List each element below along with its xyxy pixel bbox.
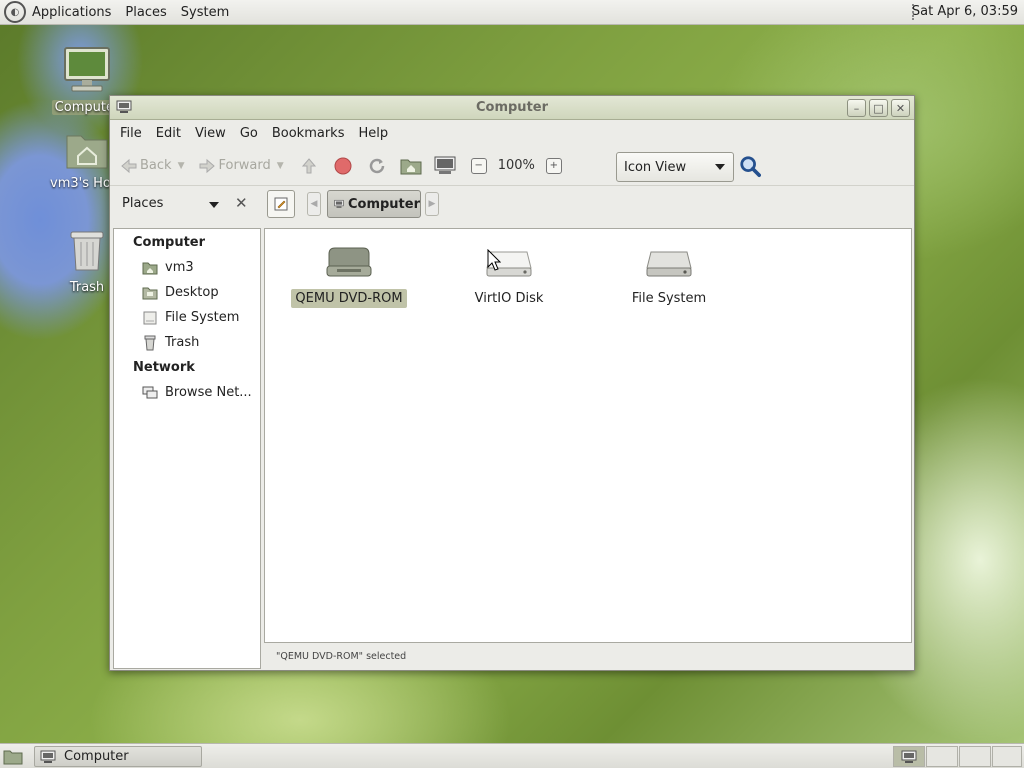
file-item-qemu-dvd-rom[interactable]: QEMU DVD-ROM [284, 243, 414, 308]
home-folder-icon [66, 135, 108, 169]
back-button[interactable]: Back [118, 155, 172, 177]
show-desktop-icon[interactable] [3, 748, 23, 765]
distro-logo-icon[interactable]: ◐ [4, 1, 26, 23]
menu-file[interactable]: File [120, 126, 142, 141]
zoom-out-icon[interactable]: − [470, 157, 487, 174]
clock[interactable]: Sat Apr 6, 03:59 [912, 4, 1018, 19]
mouse-cursor-icon [487, 249, 501, 271]
zoom-in-icon[interactable]: + [545, 157, 562, 174]
workspace-1[interactable] [893, 746, 925, 767]
computer-icon[interactable] [434, 155, 456, 177]
up-arrow-icon[interactable] [298, 155, 320, 177]
taskbar-item-label: Computer [64, 749, 129, 764]
workspace-4[interactable] [992, 746, 1022, 767]
desktop-icon-label: Trash [69, 280, 105, 295]
system-menu[interactable]: System [181, 5, 229, 20]
forward-arrow-icon [196, 155, 218, 177]
menubar: File Edit View Go Bookmarks Help [110, 120, 914, 146]
crumb-right-arrow-icon[interactable]: ▶ [425, 192, 439, 216]
forward-button[interactable]: Forward [196, 155, 271, 177]
menu-go[interactable]: Go [240, 126, 258, 141]
workspace-3[interactable] [959, 746, 991, 767]
icon-view-pane[interactable]: QEMU DVD-ROM VirtIO Disk File System [264, 228, 912, 643]
taskbar-item-computer[interactable]: Computer [34, 746, 202, 767]
window-titlebar[interactable]: Computer – □ ✕ [110, 96, 914, 120]
menu-help[interactable]: Help [358, 126, 388, 141]
desktop-folder-icon [142, 285, 158, 301]
sidebar-item-browse-network[interactable]: Browse Net... [114, 380, 260, 405]
file-item-file-system[interactable]: File System [604, 243, 734, 308]
applications-menu[interactable]: Applications [32, 5, 111, 20]
home-folder-icon [142, 260, 158, 276]
sidebar-item-trash[interactable]: Trash [114, 330, 260, 355]
places-menu[interactable]: Places [125, 5, 166, 20]
crumb-left-arrow-icon[interactable]: ◀ [307, 192, 321, 216]
forward-history-dropdown[interactable]: ▼ [277, 161, 284, 171]
workspace-2[interactable] [926, 746, 958, 767]
chevron-down-icon[interactable] [209, 202, 219, 208]
back-arrow-icon [118, 155, 140, 177]
view-mode-select[interactable]: Icon View [616, 152, 734, 182]
zoom-level: 100% [497, 158, 535, 173]
optical-drive-icon [326, 247, 372, 277]
menu-view[interactable]: View [195, 126, 226, 141]
home-folder-icon[interactable] [400, 155, 422, 177]
window-title: Computer [475, 100, 549, 115]
toggle-location-entry-button[interactable] [267, 190, 295, 218]
file-item-label: VirtIO Disk [474, 291, 544, 306]
file-manager-window: Computer – □ ✕ File Edit View Go Bookmar… [109, 95, 915, 671]
back-history-dropdown[interactable]: ▼ [178, 161, 185, 171]
status-bar-text: "QEMU DVD-ROM" selected [276, 651, 407, 662]
drive-icon [142, 310, 158, 326]
trash-icon [70, 231, 104, 271]
sidebar-item-label: Desktop [165, 285, 219, 300]
computer-icon [64, 47, 110, 92]
file-item-virtio-disk[interactable]: VirtIO Disk [444, 243, 574, 308]
back-label: Back [140, 158, 172, 173]
zoom-in-control: + [543, 155, 565, 177]
trash-icon [142, 335, 158, 351]
breadcrumb-computer[interactable]: Computer [327, 190, 421, 218]
stop-icon[interactable] [332, 155, 354, 177]
menu-bookmarks[interactable]: Bookmarks [272, 126, 345, 141]
sidebar-item-label: File System [165, 310, 240, 325]
forward-label: Forward [218, 158, 271, 173]
view-mode-value: Icon View [624, 159, 687, 175]
reload-icon[interactable] [366, 155, 388, 177]
location-bar: Places ✕ ◀ Computer ▶ [110, 186, 914, 222]
breadcrumb-label: Computer [347, 196, 420, 212]
sidebar-item-label: Browse Net... [165, 385, 252, 400]
side-pane-select[interactable]: Places [122, 196, 163, 211]
pencil-icon [274, 197, 288, 211]
computer-icon [334, 199, 344, 208]
network-icon [142, 385, 158, 401]
minimize-button[interactable]: – [847, 99, 866, 117]
computer-icon [901, 750, 917, 763]
toolbar: Back ▼ Forward ▼ − 100% + Icon View [110, 146, 914, 186]
sidebar-item-label: Trash [165, 335, 200, 350]
sidebar-header-network: Network [133, 360, 195, 375]
places-side-pane: Computer vm3 Desktop File System Trash N [113, 228, 261, 669]
top-panel: ◐ Applications Places System Sat Apr 6, … [0, 0, 1024, 25]
sidebar-item-desktop[interactable]: Desktop [114, 280, 260, 305]
close-button[interactable]: ✕ [891, 99, 910, 117]
sidebar-header-computer: Computer [133, 235, 206, 250]
sidebar-item-label: vm3 [165, 260, 194, 275]
chevron-down-icon [715, 164, 725, 170]
maximize-button[interactable]: □ [869, 99, 888, 117]
bottom-panel: Computer [0, 743, 1024, 768]
close-side-pane-icon[interactable]: ✕ [235, 194, 248, 212]
menu-edit[interactable]: Edit [156, 126, 181, 141]
sidebar-item-file-system[interactable]: File System [114, 305, 260, 330]
file-item-label: QEMU DVD-ROM [291, 289, 407, 308]
search-icon[interactable] [739, 155, 761, 177]
sidebar-item-vm3[interactable]: vm3 [114, 255, 260, 280]
hard-drive-icon [646, 251, 692, 277]
computer-icon [40, 750, 56, 763]
zoom-out-control: − [468, 155, 490, 177]
file-item-label: File System [631, 291, 707, 306]
